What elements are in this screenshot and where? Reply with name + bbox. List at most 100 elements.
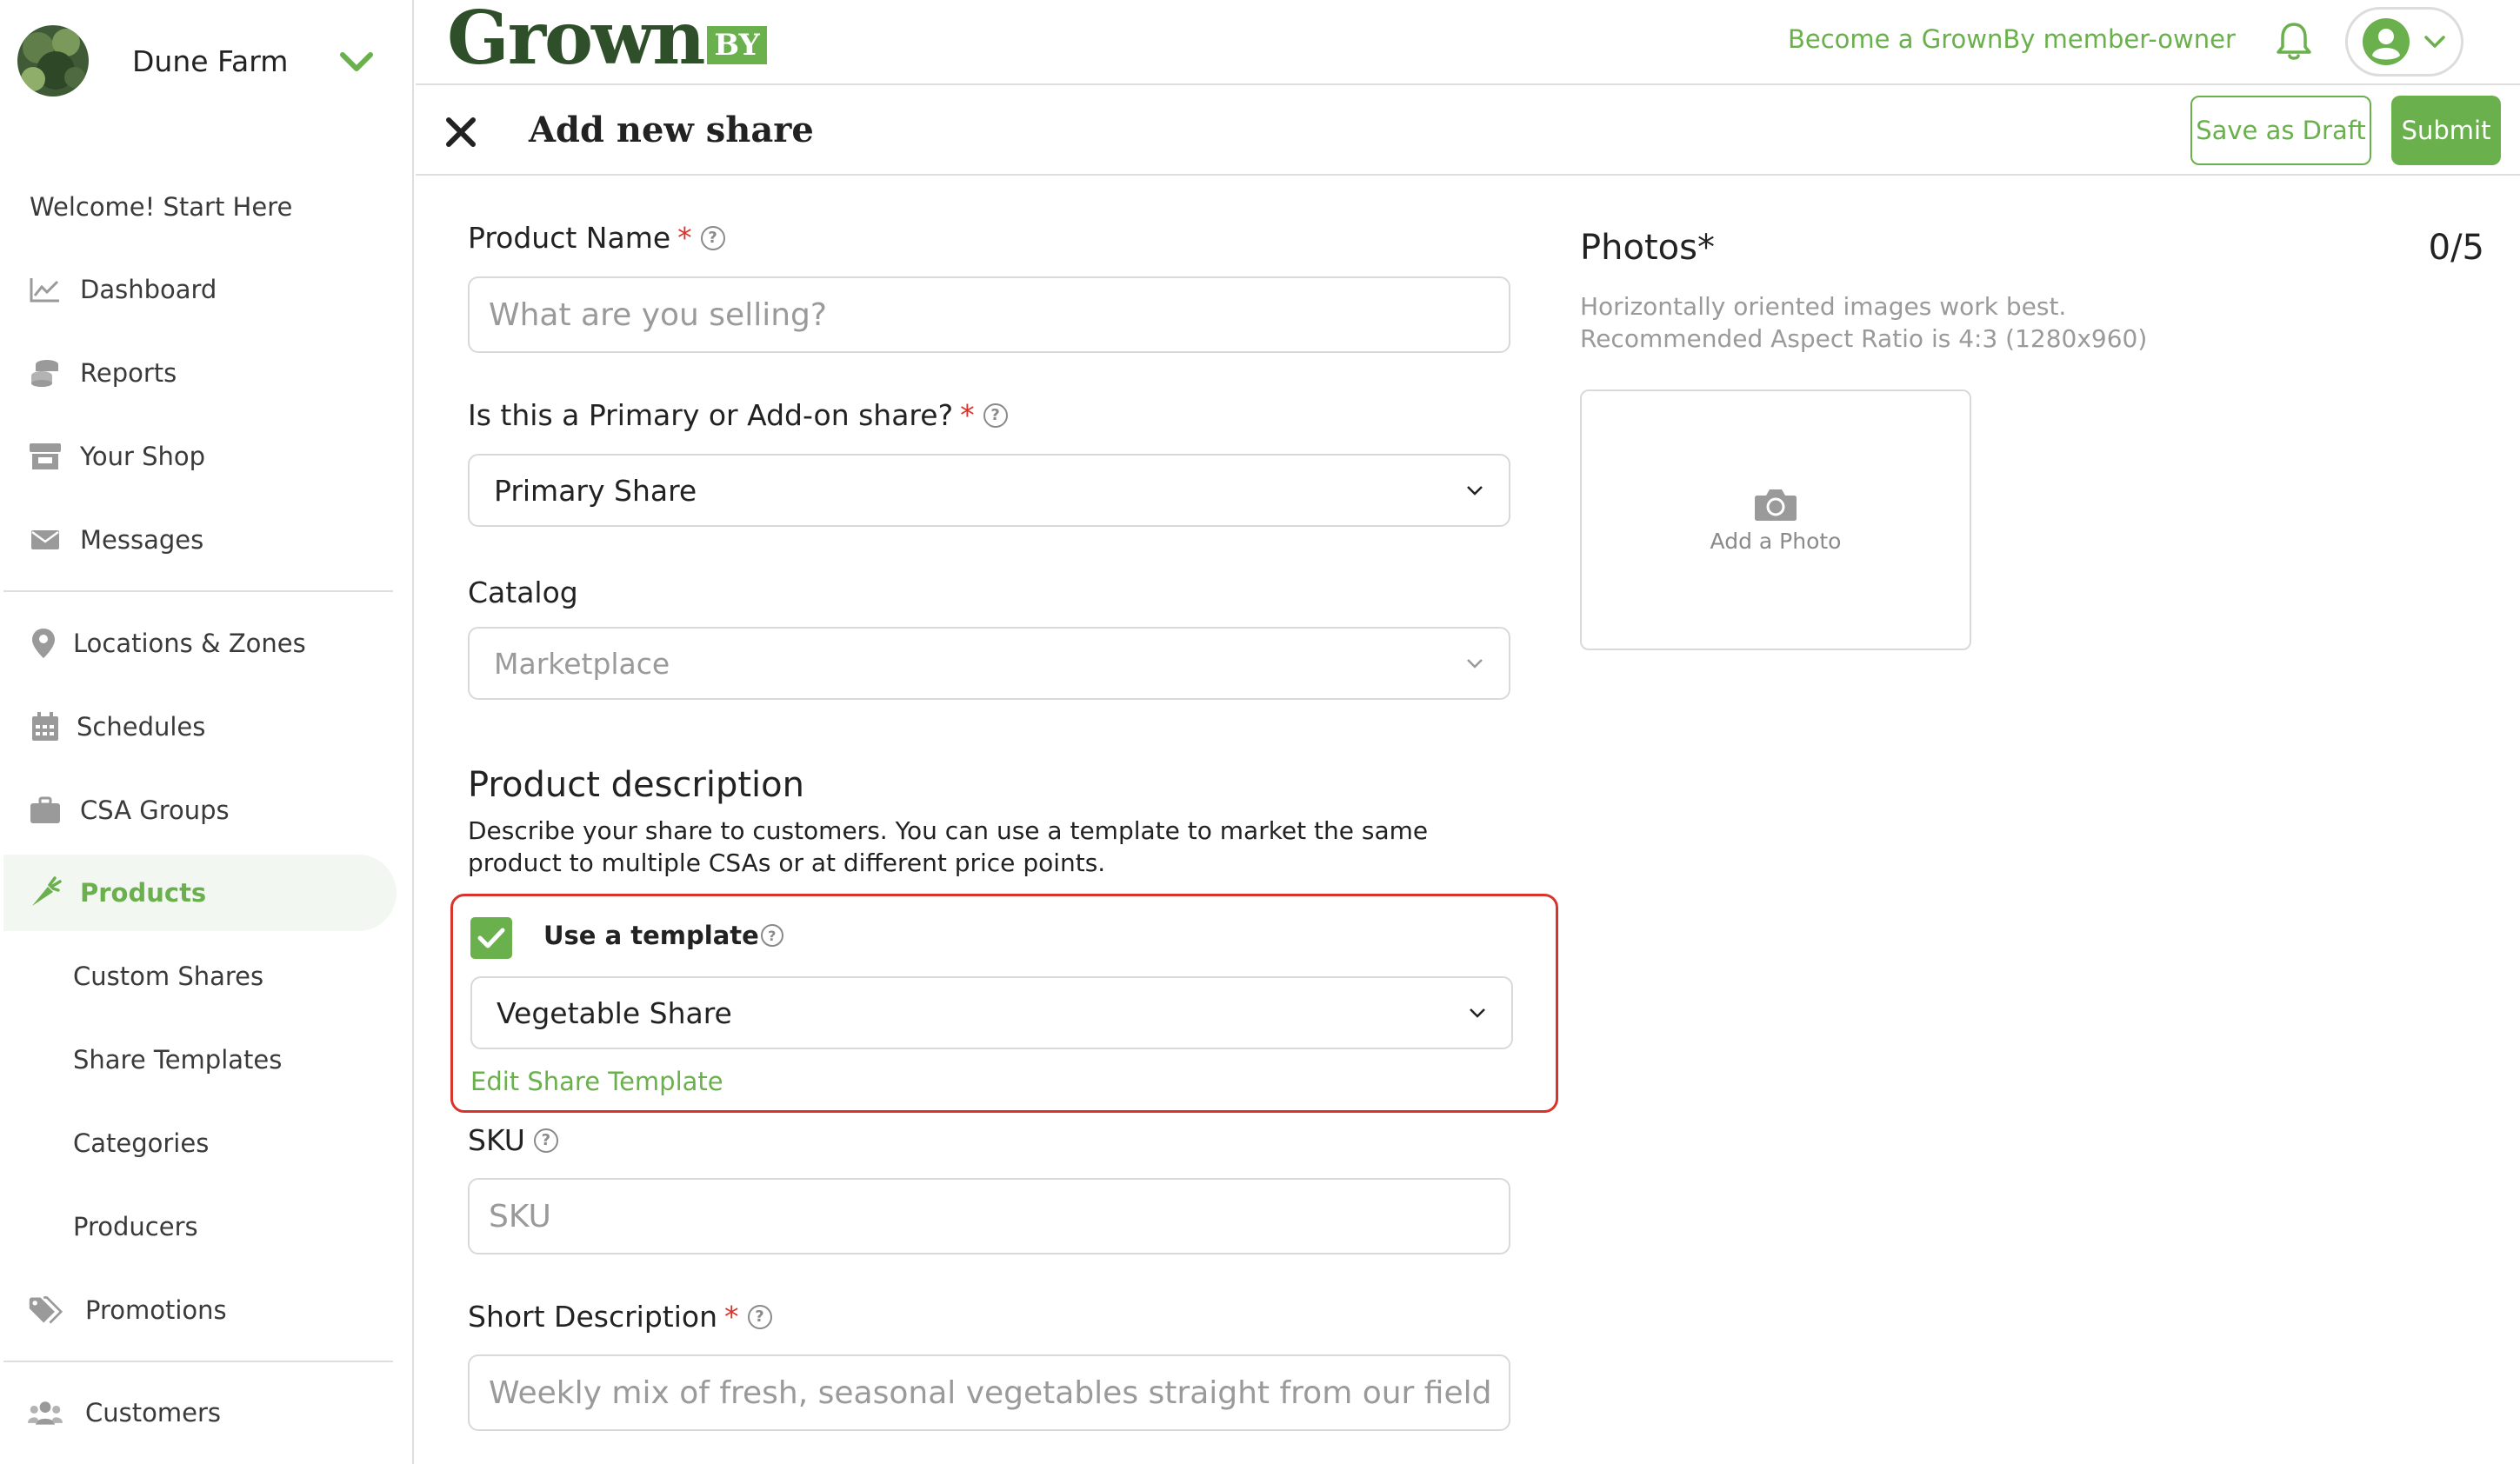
carrot-icon	[28, 875, 63, 910]
sku-label: SKU ?	[468, 1123, 558, 1157]
template-select[interactable]: Vegetable Share	[470, 976, 1513, 1049]
bell-icon[interactable]	[2275, 21, 2313, 63]
add-photo-label: Add a Photo	[1710, 528, 1842, 554]
coins-icon	[28, 356, 63, 390]
photos-hint-line: Horizontally oriented images work best.	[1580, 292, 2067, 321]
sidebar-divider	[3, 1361, 393, 1362]
sidebar: Dune Farm Welcome! Start Here Dashboard …	[0, 0, 414, 1464]
sidebar-item-label: Customers	[85, 1398, 221, 1427]
select-value: Marketplace	[494, 646, 670, 681]
sidebar-item-welcome[interactable]: Welcome! Start Here	[0, 169, 393, 245]
help-icon[interactable]: ?	[983, 403, 1008, 428]
required-marker: *	[724, 1300, 739, 1334]
label-text: Short Description	[468, 1300, 717, 1334]
briefcase-icon	[28, 793, 63, 828]
sidebar-item-label: Categories	[73, 1128, 210, 1158]
chevron-down-icon	[1467, 659, 1483, 669]
required-marker: *	[677, 221, 692, 255]
sidebar-item-label: Your Shop	[80, 442, 206, 471]
required-marker: *	[960, 398, 975, 432]
help-icon[interactable]: ?	[760, 924, 783, 947]
sidebar-item-csa-groups[interactable]: CSA Groups	[0, 772, 393, 848]
sidebar-item-label: CSA Groups	[80, 795, 230, 825]
chevron-down-icon	[1467, 486, 1483, 496]
label-text: Catalog	[468, 576, 578, 609]
sidebar-item-messages[interactable]: Messages	[0, 502, 393, 578]
sidebar-item-promotions[interactable]: Promotions	[0, 1272, 393, 1348]
catalog-label: Catalog	[468, 576, 578, 609]
page-header: Add new share Save as Draft Submit	[416, 85, 2520, 176]
close-icon[interactable]	[443, 115, 478, 150]
sidebar-item-schedules[interactable]: Schedules	[0, 689, 393, 765]
photos-hint: Horizontally oriented images work best. …	[1580, 290, 2276, 355]
camera-icon	[1755, 489, 1797, 521]
label-text: Product Name	[468, 221, 671, 255]
chart-icon	[28, 272, 63, 307]
sidebar-item-label: Share Templates	[73, 1045, 283, 1075]
sidebar-item-label: Custom Shares	[73, 962, 264, 991]
short-description-input[interactable]	[468, 1354, 1510, 1431]
sidebar-item-label: Schedules	[77, 712, 206, 742]
logo-badge: BY	[707, 26, 767, 64]
use-template-label: Use a template ?	[543, 921, 783, 950]
sidebar-item-products[interactable]: Products	[3, 855, 397, 931]
sidebar-item-custom-shares[interactable]: Custom Shares	[0, 938, 393, 1015]
photos-hint-line: Recommended Aspect Ratio is 4:3 (1280x96…	[1580, 324, 2148, 353]
sidebar-item-categories[interactable]: Categories	[0, 1105, 393, 1181]
photos-title: Photos*	[1580, 228, 1715, 268]
top-bar: Grown BY Become a GrownBy member-owner	[416, 0, 2520, 85]
sidebar-item-your-shop[interactable]: Your Shop	[0, 418, 393, 495]
grownby-logo[interactable]: Grown BY	[447, 0, 767, 83]
sidebar-item-label: Dashboard	[80, 275, 217, 304]
envelope-icon	[28, 522, 63, 557]
sidebar-item-label: Messages	[80, 525, 204, 555]
sidebar-divider	[3, 590, 393, 592]
select-value: Primary Share	[494, 473, 697, 508]
product-name-input[interactable]	[468, 276, 1510, 353]
select-value: Vegetable Share	[497, 995, 732, 1030]
description-help-text: Describe your share to customers. You ca…	[468, 816, 1429, 877]
sidebar-item-dashboard[interactable]: Dashboard	[0, 251, 393, 328]
chevron-down-icon	[2424, 36, 2445, 48]
checkmark-icon	[477, 928, 505, 948]
calendar-icon	[28, 709, 63, 744]
add-photo-tile[interactable]: Add a Photo	[1580, 389, 1971, 650]
tags-icon	[28, 1293, 63, 1328]
sidebar-item-label: Reports	[80, 358, 177, 388]
share-type-select[interactable]: Primary Share	[468, 454, 1510, 527]
template-section: Use a template ? Vegetable Share Edit Sh…	[450, 894, 1558, 1113]
product-name-label: Product Name * ?	[468, 221, 725, 255]
sku-input[interactable]	[468, 1178, 1510, 1254]
help-icon[interactable]: ?	[747, 1304, 772, 1329]
sidebar-item-label: Products	[80, 878, 207, 908]
sidebar-item-locations[interactable]: Locations & Zones	[0, 605, 393, 682]
use-template-checkbox[interactable]	[470, 917, 512, 959]
edit-share-template-link[interactable]: Edit Share Template	[470, 1067, 723, 1096]
chevron-down-icon[interactable]	[337, 48, 376, 74]
farm-switcher[interactable]: Dune Farm	[17, 23, 383, 99]
submit-button[interactable]: Submit	[2391, 96, 2501, 165]
sidebar-item-reports[interactable]: Reports	[0, 335, 393, 411]
sidebar-item-share-templates[interactable]: Share Templates	[0, 1021, 393, 1098]
save-draft-button[interactable]: Save as Draft	[2190, 96, 2371, 165]
sidebar-item-label: Locations & Zones	[73, 629, 306, 658]
store-icon	[28, 439, 63, 474]
help-icon[interactable]: ?	[700, 225, 725, 250]
users-icon	[28, 1395, 63, 1430]
share-type-label: Is this a Primary or Add-on share? * ?	[468, 398, 1008, 432]
sidebar-item-customers[interactable]: Customers	[0, 1374, 393, 1451]
catalog-select[interactable]: Marketplace	[468, 627, 1510, 700]
help-icon[interactable]: ?	[533, 1128, 558, 1153]
farm-avatar	[17, 25, 89, 96]
page-title: Add new share	[529, 110, 814, 150]
description-section-title: Product description	[468, 765, 804, 805]
logo-text: Grown	[447, 0, 705, 81]
member-owner-link[interactable]: Become a GrownBy member-owner	[1788, 24, 2236, 54]
label-text: SKU	[468, 1123, 525, 1157]
sidebar-item-producers[interactable]: Producers	[0, 1188, 393, 1265]
user-avatar-icon	[2363, 18, 2410, 65]
label-text: Use a template	[543, 921, 759, 950]
photos-count: 0/5	[2428, 228, 2484, 268]
user-menu[interactable]	[2345, 7, 2463, 77]
short-description-label: Short Description * ?	[468, 1300, 772, 1334]
